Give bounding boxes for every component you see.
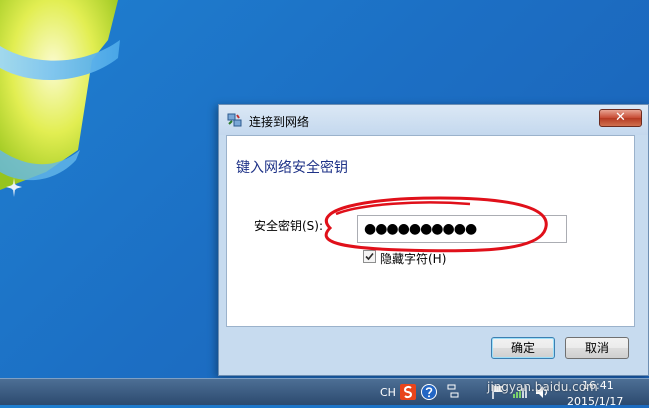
close-icon: ✕	[615, 110, 626, 125]
ok-button[interactable]: 确定	[491, 337, 555, 359]
network-icon	[227, 113, 242, 127]
language-indicator[interactable]: CH	[380, 386, 396, 399]
connect-network-dialog: 连接到网络 ✕ 键入网络安全密钥 安全密钥(S): ●●●●●●●●●● 隐藏字…	[218, 104, 649, 376]
dialog-titlebar[interactable]: 连接到网络 ✕	[219, 105, 648, 135]
close-button[interactable]: ✕	[599, 109, 642, 127]
hide-characters-checkbox[interactable]	[363, 250, 376, 263]
security-key-input[interactable]: ●●●●●●●●●●	[357, 215, 567, 243]
security-key-label: 安全密钥(S):	[254, 219, 324, 233]
help-icon[interactable]	[421, 384, 437, 400]
watermark: jingyan.baidu.com	[487, 380, 598, 394]
sogou-input-icon[interactable]	[400, 384, 416, 400]
cancel-button[interactable]: 取消	[565, 337, 629, 359]
hide-characters-label: 隐藏字符(H)	[380, 252, 447, 266]
input-toggle-icon[interactable]	[445, 384, 461, 400]
dialog-content: 键入网络安全密钥 安全密钥(S): ●●●●●●●●●● 隐藏字符(H)	[226, 135, 635, 327]
dialog-heading: 键入网络安全密钥	[236, 160, 348, 176]
dialog-title: 连接到网络	[249, 115, 310, 129]
clock-date[interactable]: 2015/1/17	[567, 395, 623, 408]
checkmark-icon	[365, 252, 374, 261]
